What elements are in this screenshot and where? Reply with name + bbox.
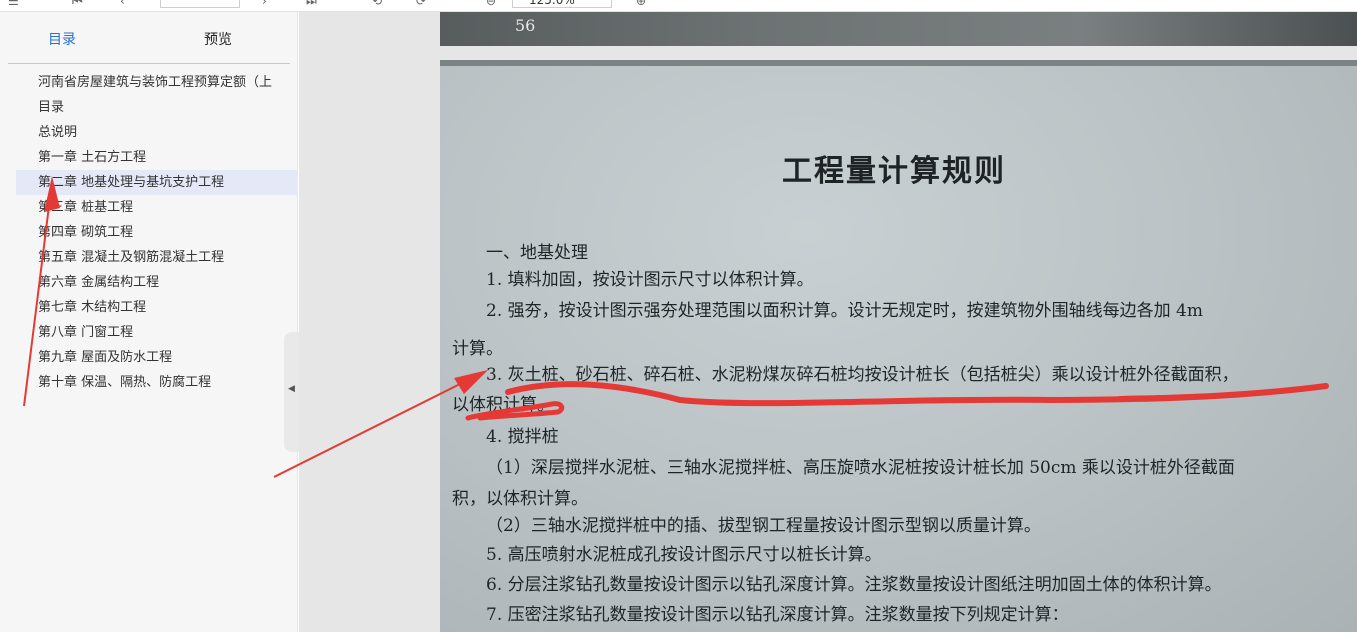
toc-item-ch9[interactable]: 第九章 屋面及防水工程 (0, 345, 298, 370)
page-number-input[interactable] (160, 0, 240, 8)
doc-line: 4. 搅拌桩 (486, 427, 559, 447)
toc-item-ch3[interactable]: 第三章 桩基工程 (0, 195, 298, 220)
tab-preview[interactable]: 预览 (204, 26, 232, 54)
document-viewer[interactable]: 56 工程量计算规则 一、地基处理 1. 填料加固，按设计图示尺寸以体积计算。 … (299, 12, 1357, 632)
toc-item-book[interactable]: 河南省房屋建筑与装饰工程预算定额（上 (0, 70, 298, 95)
menu-icon[interactable]: ☰ (8, 0, 19, 8)
previous-page-number: 56 (515, 16, 536, 35)
last-page-icon[interactable]: ⏭ (306, 0, 317, 8)
sidebar-tabs: 目录 预览 (0, 26, 298, 56)
toc-list: 河南省房屋建筑与装饰工程预算定额（上 目录 总说明 第一章 土石方工程 第二章 … (0, 70, 298, 395)
toc-item-general[interactable]: 总说明 (0, 120, 298, 145)
toc-item-ch5[interactable]: 第五章 混凝土及钢筋混凝土工程 (0, 245, 298, 270)
toc-item-ch7[interactable]: 第七章 木结构工程 (0, 295, 298, 320)
doc-line: 1. 填料加固，按设计图示尺寸以体积计算。 (486, 270, 814, 290)
page-title: 工程量计算规则 (782, 154, 1006, 189)
chevron-left-icon: ◀ (288, 384, 295, 394)
toc-item-ch10[interactable]: 第十章 保温、隔热、防腐工程 (0, 370, 298, 395)
doc-line: 3. 灰土桩、砂石桩、碎石桩、水泥粉煤灰碎石桩均按设计桩长（包括桩尖）乘以设计桩… (486, 365, 1239, 385)
next-page-icon[interactable]: › (262, 0, 267, 8)
toc-item-ch2[interactable]: 第二章 地基处理与基坑支护工程 (16, 170, 298, 195)
toc-item-ch4[interactable]: 第四章 砌筑工程 (0, 220, 298, 245)
zoom-input[interactable]: 125.0% (512, 0, 612, 8)
zoom-out-icon[interactable]: ⊖ (486, 0, 496, 8)
rotate-left-icon[interactable]: ⟲ (372, 0, 382, 8)
toc-item-ch6[interactable]: 第六章 金属结构工程 (0, 270, 298, 295)
doc-line: 计算。 (452, 339, 503, 359)
doc-line: 6. 分层注浆钻孔数量按设计图示以钻孔深度计算。注浆数量按设计图纸注明加固土体的… (486, 575, 1222, 595)
rotate-right-icon[interactable]: ⟳ (416, 0, 426, 8)
doc-line: 积，以体积计算。 (452, 489, 588, 509)
doc-line: 2. 强夯，按设计图示强夯处理范围以面积计算。设计无规定时，按建筑物外围轴线每边… (486, 301, 1203, 321)
tab-divider (8, 63, 290, 64)
zoom-in-icon[interactable]: ⊕ (636, 0, 646, 8)
doc-line: 以体积计算。 (452, 395, 554, 415)
doc-line: 7. 压密注浆钻孔数量按设计图示以钻孔深度计算。注浆数量按下列规定计算： (486, 605, 1069, 625)
tab-toc[interactable]: 目录 (48, 26, 76, 54)
toolbar: ☰ ⏮ ‹ › ⏭ ⟲ ⟳ ⊖ 125.0% ⊕ (0, 0, 1357, 12)
toc-item-contents[interactable]: 目录 (0, 95, 298, 120)
sidebar-collapse-handle[interactable]: ◀ (284, 332, 300, 452)
doc-line: （1）深层搅拌水泥桩、三轴水泥搅拌桩、高压旋喷水泥桩按设计桩长加 50cm 乘以… (486, 458, 1235, 478)
toc-item-ch1[interactable]: 第一章 土石方工程 (0, 145, 298, 170)
prev-page-icon[interactable]: ‹ (120, 0, 125, 8)
previous-page: 56 (440, 12, 1357, 46)
page-edge (440, 60, 1357, 66)
current-page: 工程量计算规则 一、地基处理 1. 填料加固，按设计图示尺寸以体积计算。 2. … (440, 60, 1357, 632)
toc-item-ch8[interactable]: 第八章 门窗工程 (0, 320, 298, 345)
doc-line: （2）三轴水泥搅拌桩中的插、拔型钢工程量按设计图示型钢以质量计算。 (486, 516, 1041, 536)
first-page-icon[interactable]: ⏮ (72, 0, 83, 8)
sidebar: 目录 预览 河南省房屋建筑与装饰工程预算定额（上 目录 总说明 第一章 土石方工… (0, 12, 300, 632)
doc-line: 一、地基处理 (486, 243, 588, 263)
doc-line: 5. 高压喷射水泥桩成孔按设计图示尺寸以桩长计算。 (486, 545, 882, 565)
